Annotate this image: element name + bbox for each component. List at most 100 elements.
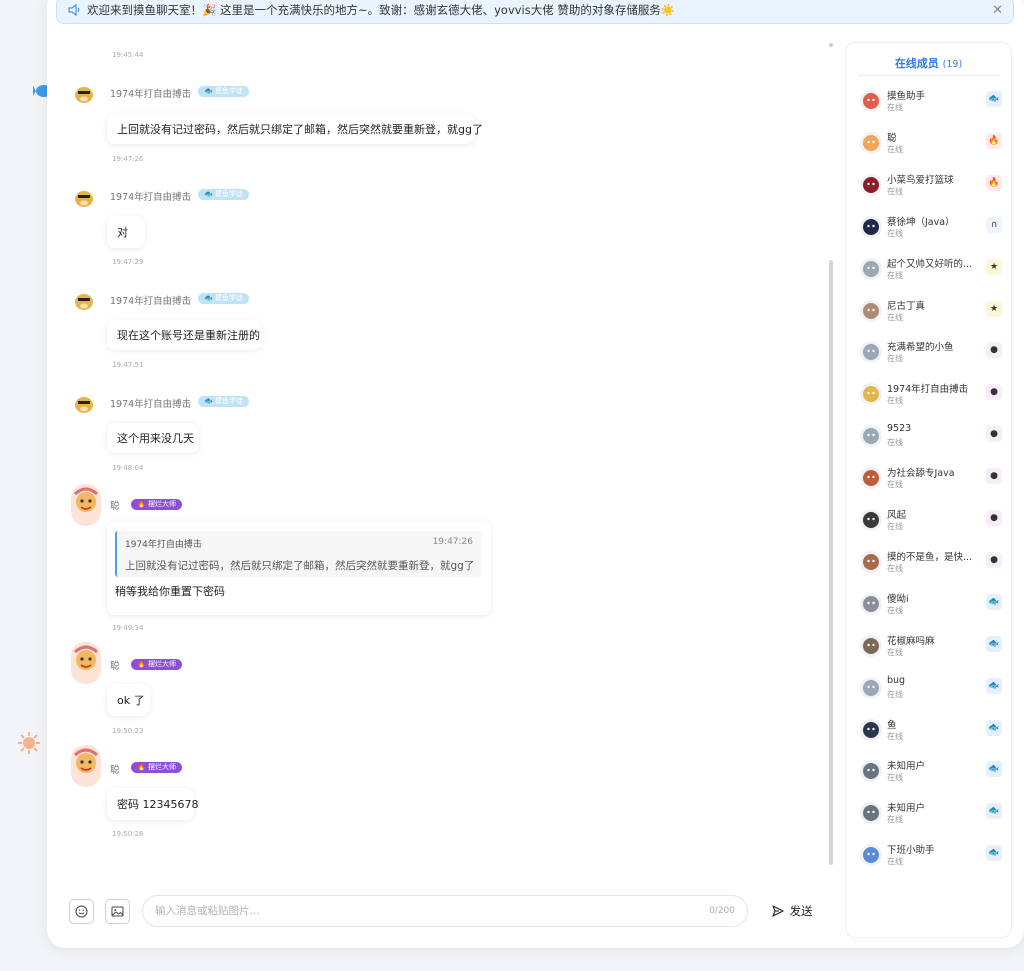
- member-item[interactable]: 尼古丁真 在线 ★: [860, 295, 1002, 329]
- member-avatar[interactable]: [860, 341, 882, 364]
- member-avatar[interactable]: [860, 760, 882, 783]
- member-item[interactable]: 充满希望的小鱼 在线 ●: [860, 336, 1002, 370]
- message-list[interactable]: 19:45:44 1974年打自由搏击 🐟 摸鱼学徒 上回就没有记过密码，然后就…: [56, 36, 828, 874]
- message-username[interactable]: 1974年打自由搏击: [110, 293, 191, 307]
- message-username[interactable]: 1974年打自由搏击: [110, 86, 191, 100]
- member-item[interactable]: 鱼在线 🐟: [860, 714, 1002, 748]
- member-item[interactable]: 花椒麻吗麻 在线 🐟: [860, 630, 1002, 664]
- avatar-icon: [860, 215, 882, 238]
- avatar-icon: [860, 718, 882, 741]
- member-avatar[interactable]: [860, 90, 882, 112]
- member-name: 风起: [887, 510, 907, 521]
- member-avatar[interactable]: [860, 425, 882, 448]
- member-name: 傻呦i: [887, 593, 909, 605]
- scroll-up-indicator[interactable]: [829, 43, 833, 47]
- member-item[interactable]: 摸的不是鱼，是快... 在线 ●: [860, 546, 1002, 580]
- member-name: 摸鱼助手: [887, 91, 926, 102]
- member-avatar[interactable]: [860, 844, 882, 867]
- avatar-icon: [860, 131, 882, 154]
- message-username[interactable]: 1974年打自由搏击: [110, 189, 191, 203]
- message-username[interactable]: 聪: [110, 762, 120, 776]
- chat-scrollbar[interactable]: [829, 260, 833, 865]
- member-item[interactable]: bug 在线 🐟: [860, 672, 1002, 706]
- member-item[interactable]: 下班小助手 在线 🐟: [860, 839, 1002, 873]
- quoted-message[interactable]: 1974年打自由搏击 19:47:26 上回就没有记过密码，然后就只绑定了邮箱，…: [115, 531, 481, 577]
- message-username[interactable]: 聪: [110, 498, 120, 512]
- member-avatar[interactable]: [860, 257, 882, 280]
- avatar-icon: [860, 509, 882, 531]
- member-name: 为社会舔专Java: [887, 468, 955, 480]
- message-input-bar: 0/200 发送: [56, 880, 836, 940]
- member-avatar[interactable]: [860, 299, 882, 322]
- message-timestamp: 19:50:23: [112, 727, 144, 735]
- avatar[interactable]: [71, 484, 101, 526]
- message-username[interactable]: 1974年打自由搏击: [110, 396, 191, 410]
- member-name: 小菜鸟爱打篮球: [887, 174, 954, 186]
- chat-panel[interactable]: 19:45:44 1974年打自由搏击 🐟 摸鱼学徒 上回就没有记过密码，然后就…: [56, 36, 836, 874]
- member-name: 花椒麻吗麻: [887, 635, 935, 647]
- member-item[interactable]: 聪在线 🔥: [860, 127, 1002, 161]
- cartoon-avatar-icon: [71, 484, 101, 526]
- avatar[interactable]: [71, 184, 97, 210]
- member-level-icon: 🐟: [986, 845, 1002, 862]
- message-bubble[interactable]: 这个用来没几天: [107, 423, 199, 453]
- close-announcement-button[interactable]: ✕: [992, 3, 1003, 18]
- member-avatar[interactable]: [860, 676, 882, 699]
- send-label: 发送: [789, 904, 813, 918]
- member-avatar[interactable]: [860, 592, 882, 615]
- message-bubble[interactable]: 1974年打自由搏击 19:47:26 上回就没有记过密码，然后就只绑定了邮箱，…: [107, 521, 491, 615]
- member-avatar[interactable]: [860, 131, 882, 154]
- avatar[interactable]: [71, 745, 101, 787]
- member-item[interactable]: 摸鱼助手 在线 🐟: [860, 85, 1002, 119]
- member-item[interactable]: 为社会舔专Java 在线 ●: [860, 462, 1002, 496]
- avatar-icon: [860, 550, 882, 573]
- message-bubble[interactable]: 现在这个账号还是重新注册的: [107, 320, 261, 350]
- announcement-text: 欢迎来到摸鱼聊天室！🎉 这里是一个充满快乐的地方~。致谢：感谢玄德大佬、yovv…: [87, 3, 676, 17]
- member-avatar[interactable]: [860, 467, 882, 490]
- member-item[interactable]: 未知用户 在线 🐟: [860, 797, 1002, 831]
- member-status: 在线: [887, 103, 903, 112]
- message-bubble[interactable]: ok 了: [107, 684, 150, 716]
- member-level-icon: ●: [986, 342, 1002, 359]
- member-item[interactable]: 蔡徐坤（Java） 在线 ∩: [860, 211, 1002, 245]
- member-item[interactable]: 9523 在线 ●: [860, 420, 1002, 454]
- doge-avatar-icon: [71, 390, 97, 416]
- member-item[interactable]: 起个又帅又好听的... 在线 ★: [860, 253, 1002, 287]
- member-item[interactable]: 风起 在线 ●: [860, 504, 1002, 538]
- emoji-button[interactable]: [69, 899, 94, 924]
- avatar-icon: [860, 844, 882, 867]
- avatar[interactable]: [71, 642, 101, 684]
- send-button[interactable]: 发送: [762, 897, 822, 925]
- avatar[interactable]: [71, 287, 97, 313]
- member-avatar[interactable]: [860, 509, 882, 531]
- member-avatar[interactable]: [860, 173, 882, 196]
- image-upload-button[interactable]: [105, 899, 130, 924]
- quoted-timestamp: 19:47:26: [432, 537, 473, 547]
- avatar[interactable]: [71, 390, 97, 416]
- member-item[interactable]: 傻呦i 在线 🐟: [860, 588, 1002, 622]
- member-avatar[interactable]: [860, 802, 882, 825]
- message-bubble[interactable]: 上回就没有记过密码，然后就只绑定了邮箱，然后突然就要重新登，就gg了: [107, 114, 483, 144]
- member-avatar[interactable]: [860, 550, 882, 573]
- message-bubble[interactable]: 密码 12345678: [107, 788, 199, 820]
- member-item[interactable]: 1974年打自由搏击 在线 ●: [860, 378, 1002, 412]
- avatar[interactable]: [71, 80, 97, 106]
- message-input[interactable]: [155, 905, 702, 917]
- message-timestamp: 19:45:44: [112, 51, 144, 59]
- avatar-icon: [860, 90, 882, 112]
- member-avatar[interactable]: [860, 383, 882, 406]
- avatar-icon: [860, 802, 882, 825]
- member-status: 在线: [887, 731, 903, 741]
- member-status: 在线: [887, 354, 903, 364]
- member-status: 在线: [887, 563, 903, 573]
- message-bubble[interactable]: 对: [107, 216, 145, 248]
- member-item[interactable]: 未知用户 在线 🐟: [860, 755, 1002, 789]
- member-avatar[interactable]: [860, 718, 882, 741]
- member-avatar[interactable]: [860, 215, 882, 238]
- member-name: 蔡徐坤（Java）: [887, 216, 955, 228]
- message-username[interactable]: 聪: [110, 658, 120, 672]
- member-avatar[interactable]: [860, 634, 882, 657]
- member-name: 1974年打自由搏击: [887, 384, 969, 396]
- member-name: 未知用户: [887, 761, 926, 773]
- member-item[interactable]: 小菜鸟爱打篮球 在线 🔥: [860, 169, 1002, 203]
